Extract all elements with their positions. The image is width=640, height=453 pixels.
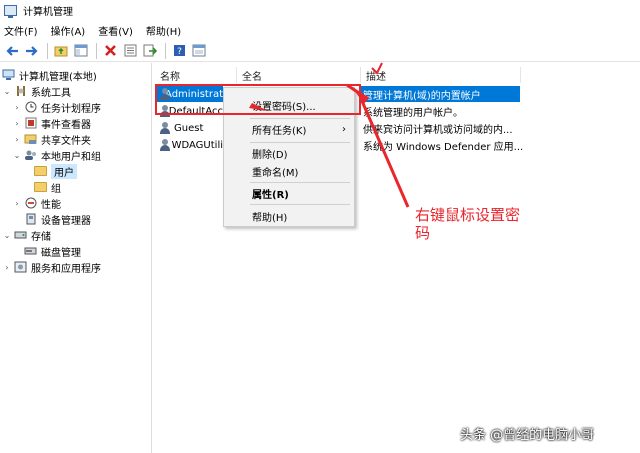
annotation-arrow [249,62,410,208]
watermark: 头条 @曾经的电脑小哥 [460,428,595,443]
annotation-text: 右键鼠标设置密码 [415,206,521,242]
